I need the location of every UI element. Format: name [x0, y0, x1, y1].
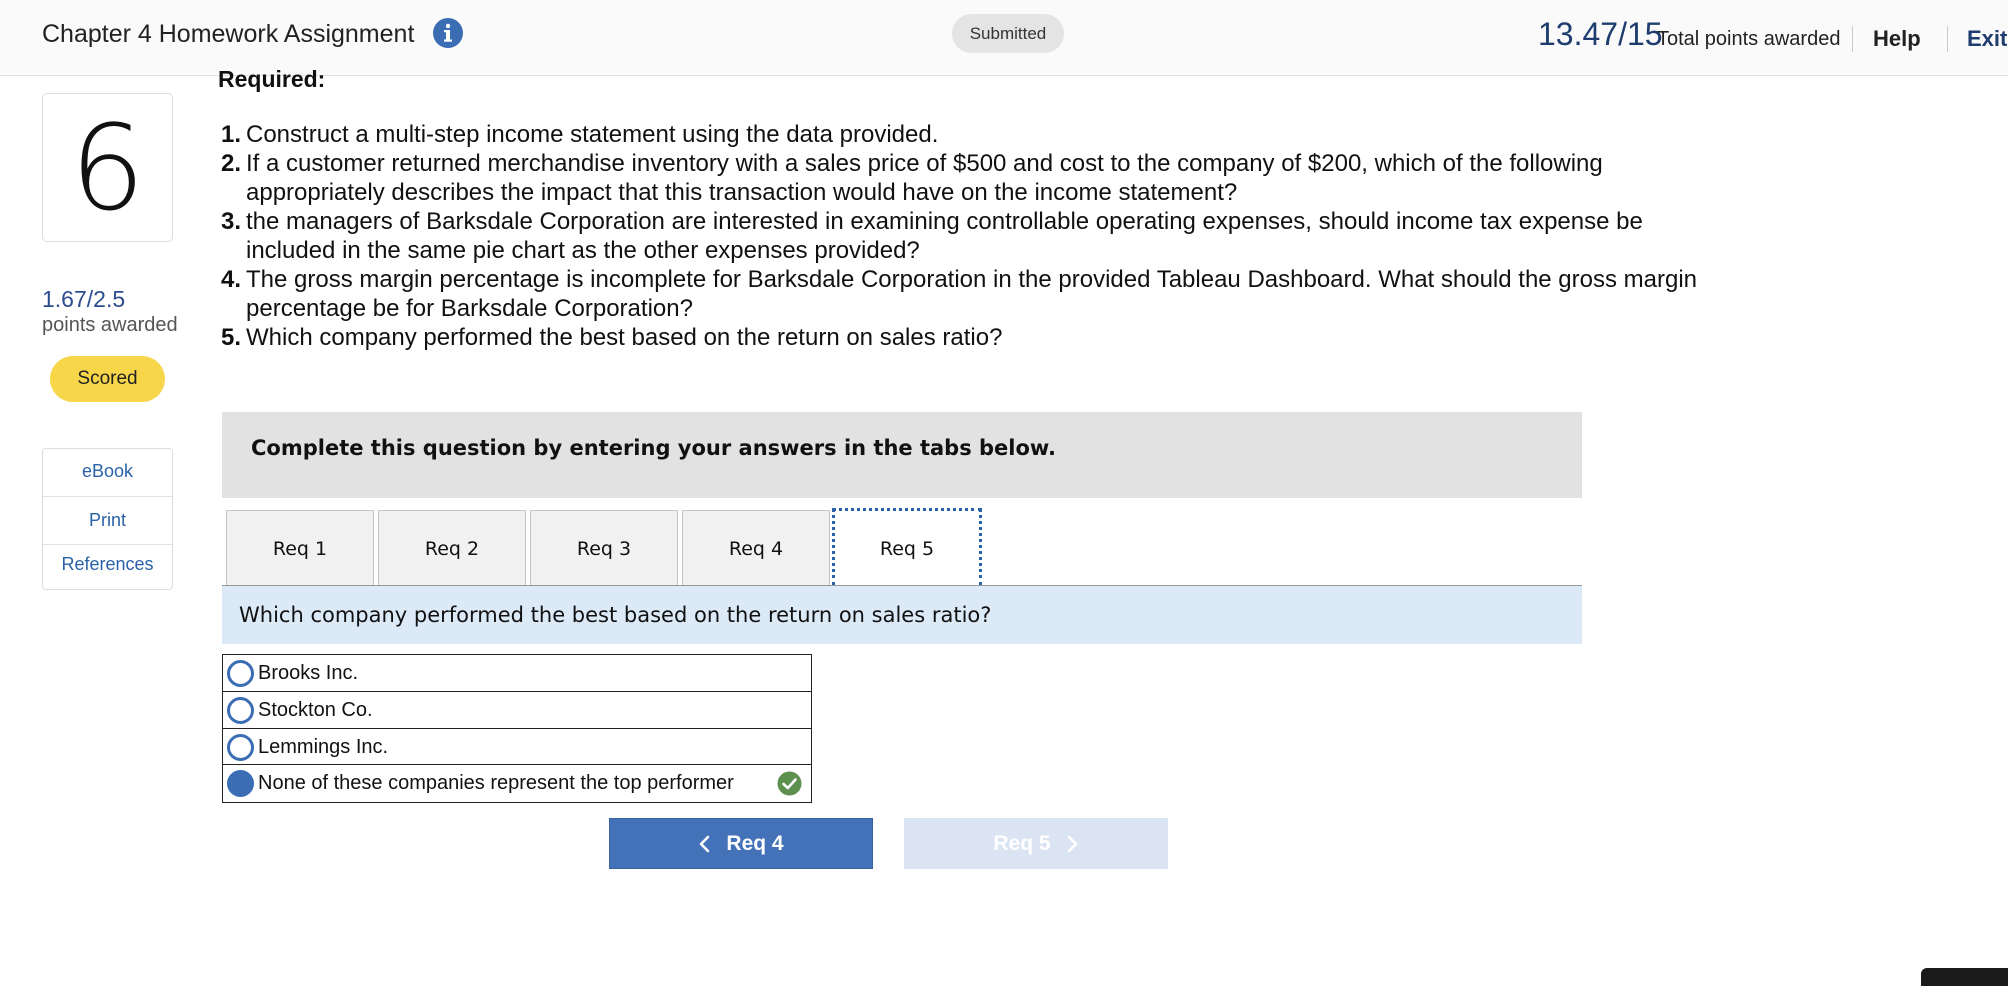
divider	[1947, 26, 1948, 52]
radio-button[interactable]	[227, 696, 254, 724]
question-prompt: Which company performed the best based o…	[239, 603, 992, 627]
requirement-text: The gross margin percentage is incomplet…	[246, 266, 1698, 322]
option-label: Stockton Co.	[258, 698, 373, 721]
requirement-number: 5.	[221, 324, 242, 351]
tab-req-4[interactable]: Req 4	[682, 510, 830, 586]
answer-option[interactable]: None of these companies represent the to…	[223, 765, 811, 802]
option-label: Lemmings Inc.	[258, 735, 389, 758]
question-number: 6	[42, 93, 173, 242]
requirement-text: the managers of Barksdale Corporation ar…	[246, 208, 1643, 264]
requirement-number: 3.	[221, 208, 242, 235]
answer-options: Brooks Inc. Stockton Co. Lemmings Inc. N…	[222, 654, 812, 803]
requirement-item: 4. The gross margin percentage is incomp…	[218, 265, 1738, 323]
divider	[43, 496, 172, 497]
exit-button[interactable]: Exit	[1967, 26, 2007, 52]
divider	[1852, 26, 1853, 52]
next-req-label: Req 5	[993, 831, 1051, 855]
question-banner: Which company performed the best based o…	[222, 586, 1582, 644]
required-heading: Required:	[218, 66, 326, 92]
requirement-item: 5. Which company performed the best base…	[218, 323, 1738, 352]
info-icon[interactable]	[432, 17, 464, 49]
option-label: None of these companies represent the to…	[258, 772, 734, 795]
scored-badge: Scored	[50, 356, 165, 402]
chevron-right-icon	[1067, 835, 1077, 852]
total-score: 13.47/15	[1538, 16, 1663, 52]
ebook-link[interactable]: eBook	[43, 461, 172, 482]
radio-button[interactable]	[227, 660, 254, 687]
points-value: 1.67/2.5	[42, 286, 126, 312]
radio-button[interactable]	[227, 733, 254, 761]
requirement-text: If a customer returned merchandise inven…	[246, 150, 1603, 206]
resource-links: eBook Print References	[42, 448, 173, 590]
tab-req-2[interactable]: Req 2	[378, 510, 526, 586]
requirements-list: 1. Construct a multi-step income stateme…	[218, 120, 1738, 352]
references-link[interactable]: References	[43, 554, 172, 575]
radio-button-selected[interactable]	[227, 770, 254, 798]
submitted-badge: Submitted	[952, 14, 1064, 53]
instruction-text: Complete this question by entering your …	[251, 436, 1056, 460]
tab-req-5[interactable]: Req 5	[832, 508, 982, 586]
print-link[interactable]: Print	[43, 510, 172, 531]
points-label: points awarded	[42, 314, 178, 336]
requirement-number: 4.	[221, 266, 242, 293]
instruction-panel: Complete this question by entering your …	[222, 412, 1582, 498]
requirement-number: 1.	[221, 121, 242, 148]
prev-req-label: Req 4	[726, 831, 784, 855]
help-button[interactable]: Help	[1873, 26, 1921, 52]
divider	[43, 544, 172, 545]
tab-req-3[interactable]: Req 3	[530, 510, 678, 586]
requirement-item: 1. Construct a multi-step income stateme…	[218, 120, 1738, 149]
assignment-title: Chapter 4 Homework Assignment	[42, 20, 415, 48]
requirement-text: Which company performed the best based o…	[246, 324, 1003, 351]
total-score-label: Total points awarded	[1657, 28, 1841, 50]
tab-req-1[interactable]: Req 1	[226, 510, 374, 586]
requirement-item: 2. If a customer returned merchandise in…	[218, 149, 1738, 207]
requirement-number: 2.	[221, 150, 242, 177]
next-req-button[interactable]: Req 5	[904, 818, 1168, 869]
requirement-text: Construct a multi-step income statement …	[246, 121, 939, 148]
chevron-left-icon	[700, 835, 710, 852]
answer-option[interactable]: Brooks Inc.	[223, 655, 811, 692]
screen-thumbnail	[1921, 968, 2008, 986]
answer-option[interactable]: Lemmings Inc.	[223, 729, 811, 766]
correct-check-icon	[777, 771, 802, 796]
header-bar: Chapter 4 Homework Assignment Submitted …	[0, 0, 2008, 76]
answer-option[interactable]: Stockton Co.	[223, 692, 811, 729]
requirement-item: 3. the managers of Barksdale Corporation…	[218, 207, 1738, 265]
prev-req-button[interactable]: Req 4	[609, 818, 873, 869]
option-label: Brooks Inc.	[258, 662, 359, 684]
